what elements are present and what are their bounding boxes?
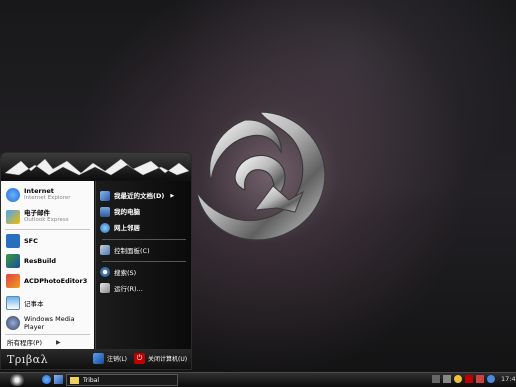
tray-network-icon[interactable] — [443, 375, 451, 383]
places-item-label: 我最近的文档(D) — [114, 191, 165, 200]
system-tray: 17:49 — [432, 375, 516, 383]
clock[interactable]: 17:49 — [501, 375, 516, 383]
control-panel-icon — [100, 245, 110, 255]
start-button[interactable] — [10, 374, 24, 386]
recent-item-label: Windows Media Player — [24, 315, 75, 331]
start-menu: Internet Internet Explorer 电子邮件 Outlook … — [0, 152, 192, 370]
taskbar-window-tribal[interactable]: Tribal — [66, 374, 178, 386]
tray-app-icon[interactable] — [432, 375, 440, 383]
network-places-icon — [100, 223, 110, 233]
windows-media-player-icon — [6, 316, 20, 330]
tray-volume-icon[interactable] — [454, 375, 462, 383]
all-programs-button[interactable]: 所有程序(P) ▶ — [7, 335, 97, 349]
folder-icon — [70, 376, 79, 384]
internet-explorer-icon — [6, 188, 20, 202]
logoff-icon — [93, 353, 104, 364]
my-recent-documents[interactable]: 我最近的文档(D) ▶ — [100, 189, 190, 203]
shutdown-label: 关闭计算机(U) — [148, 356, 188, 363]
start-menu-footer: Tρıβαλ 注销(L) ⏻ 关闭计算机(U) — [1, 349, 191, 369]
quicklaunch-internet-explorer[interactable] — [42, 375, 51, 384]
separator — [102, 239, 186, 240]
recent-item-label: 记事本 — [24, 300, 44, 308]
logoff-label: 注销(L) — [107, 356, 128, 363]
separator — [5, 229, 90, 230]
pinned-email[interactable]: 电子邮件 Outlook Express — [3, 207, 93, 227]
places-item-label: 控制面板(C) — [114, 247, 150, 255]
start-menu-header — [1, 153, 191, 181]
arrow-right-icon: ▶ — [56, 338, 61, 346]
tribal-brand-text: Tρıβαλ — [7, 353, 49, 366]
recent-item-notepad[interactable]: 记事本 — [3, 293, 93, 313]
logoff-button[interactable]: 注销(L) — [93, 353, 127, 364]
separator — [102, 261, 186, 262]
tray-security-icon[interactable] — [465, 375, 473, 383]
tribal-start-icon — [10, 374, 24, 386]
control-panel[interactable]: 控制面板(C) — [100, 243, 190, 257]
my-computer[interactable]: 我的电脑 — [100, 205, 190, 219]
taskbar: Tribal 17:49 — [0, 372, 516, 387]
shutdown-button[interactable]: ⏻ 关闭计算机(U) — [134, 353, 187, 364]
taskbar-window-label: Tribal — [83, 376, 100, 384]
places-item-label: 网上邻居 — [114, 223, 140, 232]
my-computer-icon — [100, 207, 110, 217]
network-places[interactable]: 网上邻居 — [100, 221, 190, 235]
internet-explorer-icon — [42, 375, 51, 384]
notepad-icon — [6, 296, 20, 310]
resbuild-icon — [6, 254, 20, 268]
pinned-internet-title: Internet — [24, 187, 54, 195]
recent-item-label: ACDPhotoEditor3 — [24, 276, 88, 285]
all-programs-label: 所有程序(P) — [7, 339, 42, 347]
sfc-icon — [6, 234, 20, 248]
recent-item-media-player[interactable]: Windows Media Player — [3, 313, 93, 333]
tribal-logo-wallpaper — [196, 111, 326, 241]
recent-item-acdphotoeditor[interactable]: ACDPhotoEditor3 — [3, 271, 93, 291]
recent-item-label: ResBuild — [24, 256, 56, 265]
tray-messenger-icon[interactable] — [487, 375, 495, 383]
outlook-express-icon — [6, 210, 20, 224]
power-icon: ⏻ — [134, 353, 145, 364]
places-item-label: 我的电脑 — [114, 207, 140, 216]
pinned-internet-subtitle: Internet Explorer — [24, 195, 71, 201]
search[interactable]: 搜索(S) — [100, 265, 190, 279]
run[interactable]: 运行(R)... — [100, 281, 190, 295]
recent-documents-icon — [100, 191, 110, 201]
recent-item-label: SFC — [24, 236, 38, 245]
places-item-label: 搜索(S) — [114, 269, 137, 277]
start-menu-programs-pane: Internet Internet Explorer 电子邮件 Outlook … — [1, 181, 94, 349]
start-menu-places-pane: 我最近的文档(D) ▶ 我的电脑 网上邻居 控制面板(C) 搜索(S) 运行(R… — [95, 181, 191, 349]
show-desktop-icon — [54, 375, 63, 384]
places-item-label: 运行(R)... — [114, 285, 143, 293]
tribal-banner-icon — [4, 158, 190, 176]
recent-item-resbuild[interactable]: ResBuild — [3, 251, 93, 271]
search-icon — [100, 267, 110, 277]
run-icon — [100, 283, 110, 293]
pinned-email-title: 电子邮件 — [24, 209, 50, 217]
recent-item-sfc[interactable]: SFC — [3, 231, 93, 251]
arrow-right-icon: ▶ — [170, 193, 175, 199]
quicklaunch-show-desktop[interactable] — [54, 375, 63, 384]
acdphotoeditor-icon — [6, 274, 20, 288]
tray-antivirus-icon[interactable] — [476, 375, 484, 383]
pinned-internet[interactable]: Internet Internet Explorer — [3, 185, 93, 205]
pinned-email-subtitle: Outlook Express — [24, 217, 69, 223]
